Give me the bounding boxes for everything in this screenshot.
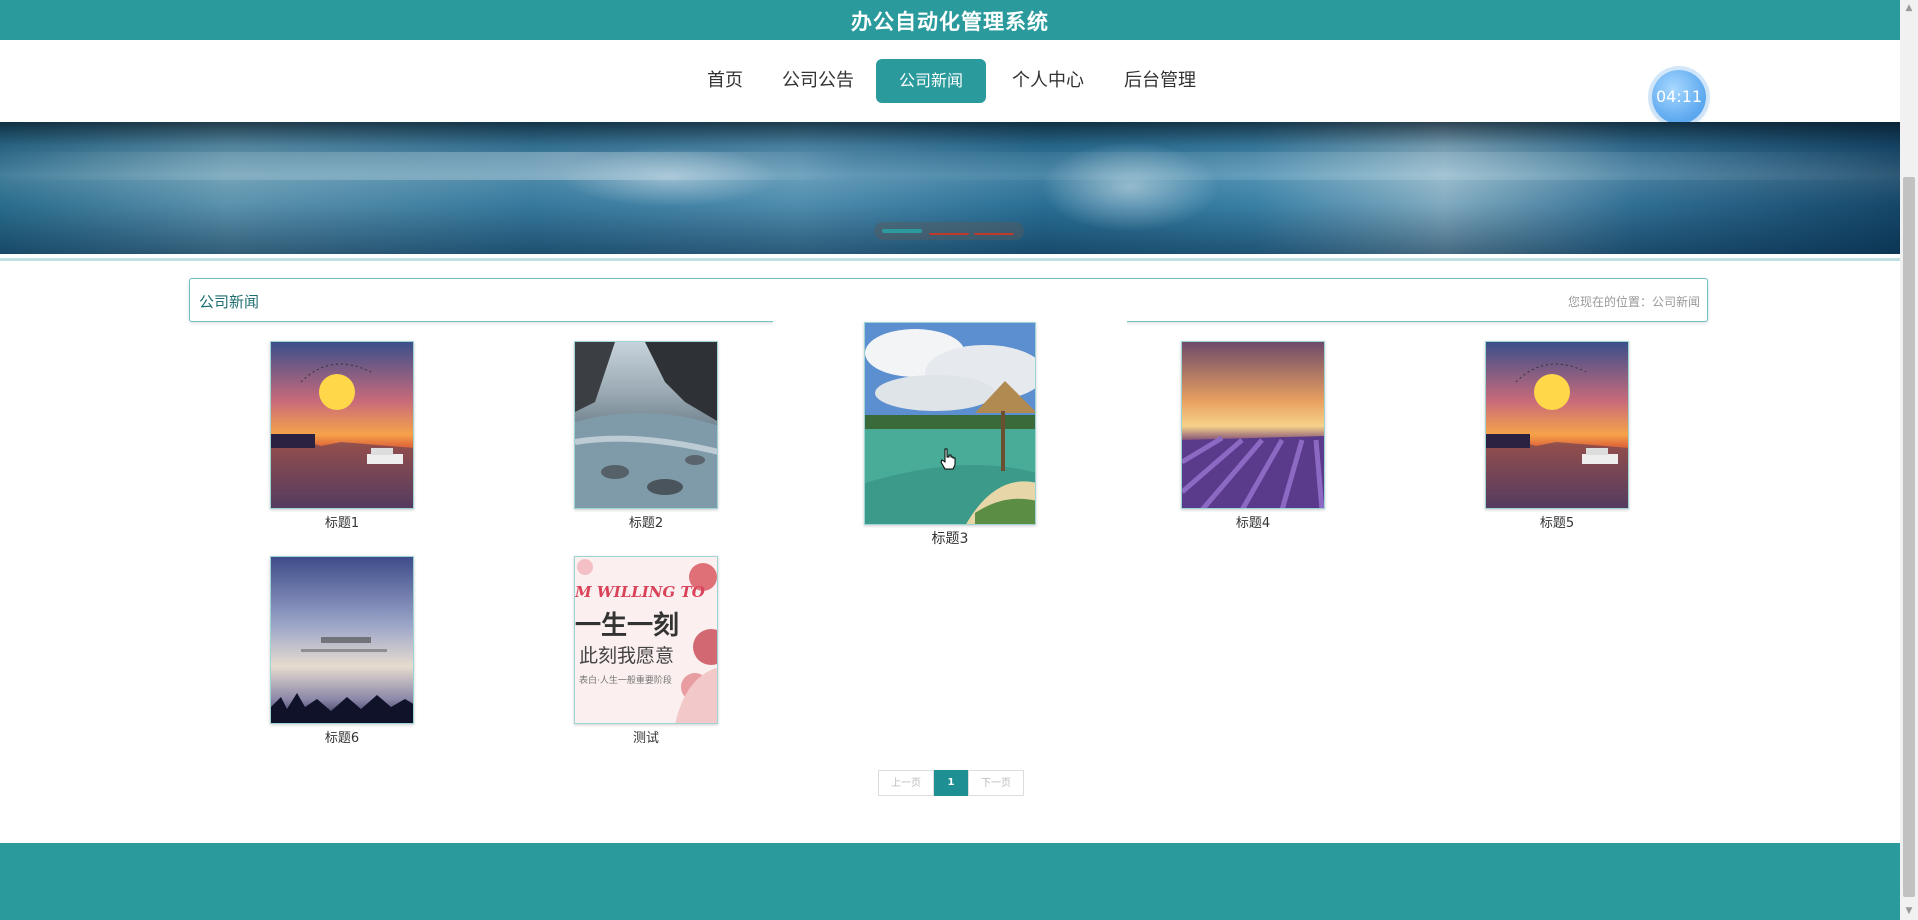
news-thumbnail[interactable] [1485,341,1629,509]
news-card[interactable]: 标题4 [1181,341,1325,531]
carousel-dot-1[interactable] [882,229,922,233]
carousel-indicator [874,222,1024,240]
news-card[interactable]: M WILLING TO 一生一刻 此刻我愿意 表白·人生一般重要阶段 测试 [574,556,718,746]
breadcrumb: 您现在的位置：公司新闻 [1567,295,1700,309]
page-1-button[interactable]: 1 [934,770,968,796]
nav-item-personal-center[interactable]: 个人中心 [1010,59,1086,103]
prev-page-button[interactable]: 上一页 [878,770,934,796]
news-card[interactable]: 标题6 [270,556,414,746]
divider [0,258,1900,261]
news-thumbnail[interactable] [864,322,1036,525]
breadcrumb-current[interactable]: 公司新闻 [1652,295,1700,309]
nav-item-home[interactable]: 首页 [700,59,750,103]
footer [0,843,1900,920]
banner-carousel[interactable] [0,122,1900,254]
clock-widget[interactable]: 04:11 [1652,70,1706,124]
title-bar: 办公自动化管理系统 [0,0,1900,40]
scroll-up-icon[interactable]: ▲ [1900,0,1918,17]
news-title[interactable]: 标题6 [230,727,454,746]
news-thumbnail[interactable] [270,556,414,724]
news-thumbnail[interactable] [574,341,718,509]
next-page-button[interactable]: 下一页 [968,770,1024,796]
scrollbar-thumb[interactable] [1903,177,1915,897]
carousel-dot-2[interactable] [929,229,969,235]
news-thumbnail[interactable] [1181,341,1325,509]
news-card[interactable]: 标题2 [574,341,718,531]
carousel-dot-3[interactable] [974,229,1014,235]
nav-item-admin[interactable]: 后台管理 [1122,59,1198,103]
nav-item-news[interactable]: 公司新闻 [876,59,986,103]
nav-item-announcements[interactable]: 公司公告 [780,59,856,103]
news-card[interactable]: 标题1 [270,341,414,531]
news-card[interactable]: 标题3 [864,322,1036,547]
news-title[interactable]: 标题4 [1141,512,1365,531]
section-header: 公司新闻 您现在的位置：公司新闻 [189,278,1708,325]
news-title[interactable]: 标题2 [534,512,758,531]
page-scrollbar[interactable]: ▲ ▼ [1900,0,1918,920]
news-thumbnail[interactable] [270,341,414,509]
news-card[interactable]: 标题5 [1485,341,1629,531]
section-title: 公司新闻 [199,293,260,311]
news-title[interactable]: 测试 [534,727,758,746]
news-thumbnail[interactable]: M WILLING TO 一生一刻 此刻我愿意 表白·人生一般重要阶段 [574,556,718,724]
news-title[interactable]: 标题3 [824,528,1076,548]
main-nav: 首页 公司公告 公司新闻 个人中心 后台管理 [0,40,1900,122]
app-title: 办公自动化管理系统 [851,10,1049,34]
news-title[interactable]: 标题1 [230,512,454,531]
scroll-down-icon[interactable]: ▼ [1900,903,1918,920]
hand-cursor-icon [940,448,956,470]
news-title[interactable]: 标题5 [1445,512,1669,531]
